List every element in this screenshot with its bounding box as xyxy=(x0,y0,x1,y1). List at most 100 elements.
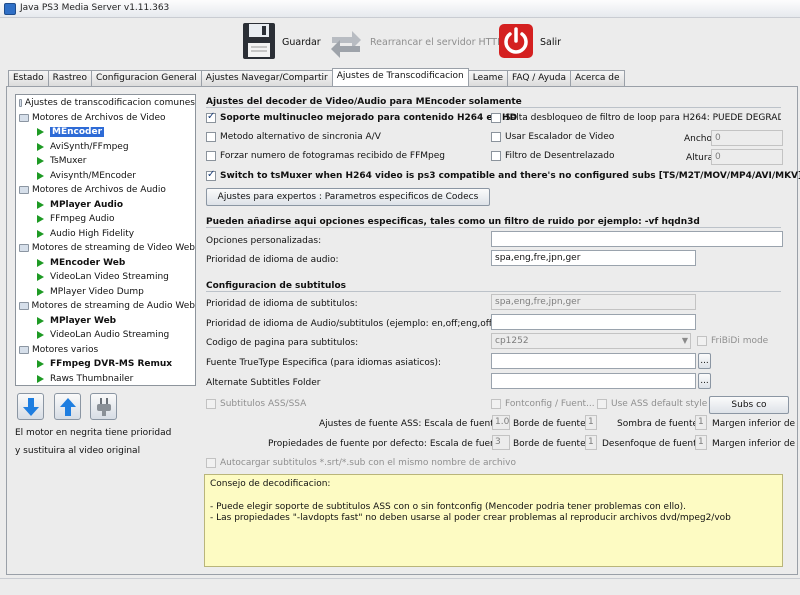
title-bar: Java PS3 Media Server v1.11.363 xyxy=(0,0,800,18)
sub-lang-input[interactable]: spa,eng,fre,jpn,ger xyxy=(491,294,696,310)
def-border-input[interactable]: 1 xyxy=(585,435,597,450)
app-icon xyxy=(4,3,16,15)
tree-root[interactable]: Ajustes de transcodificacion comunes xyxy=(19,96,195,111)
tree-group[interactable]: Motores de Archivos de Video xyxy=(19,111,195,126)
skip-loopfilter-checkbox[interactable]: Salta desbloqueo de filtro de loop para … xyxy=(491,113,781,123)
tab-general[interactable]: Configuracion General xyxy=(90,70,202,86)
tree-group[interactable]: Motores de Archivos de Audio xyxy=(19,183,195,198)
force-fps-checkbox[interactable]: Forzar numero de fotogramas recibido de … xyxy=(206,151,445,161)
def-border-label: Borde de fuente xyxy=(513,439,586,449)
audio-lang-input[interactable]: spa,eng,fre,jpn,ger xyxy=(491,250,696,266)
tree-item[interactable]: MPlayer Video Dump xyxy=(19,285,195,300)
tree-item[interactable]: VideoLan Video Streaming xyxy=(19,270,195,285)
play-icon xyxy=(37,215,44,224)
folder-icon xyxy=(19,113,29,122)
restart-server-label: Rearrancar el servidor HTTP xyxy=(370,37,503,48)
play-icon xyxy=(37,157,44,166)
fribidi-checkbox[interactable]: FriBiDi mode xyxy=(697,336,768,346)
tree-item[interactable]: MPlayer Audio xyxy=(19,198,195,213)
tip-line: - Las propiedades "-lavdopts fast" no de… xyxy=(210,513,731,523)
checkbox-checked xyxy=(206,111,216,123)
tree-item[interactable]: FFmpeg DVR-MS Remux xyxy=(19,357,195,372)
subs-color-button[interactable]: Subs co xyxy=(709,396,789,414)
ass-default-style-checkbox[interactable]: Use ASS default style xyxy=(597,399,707,409)
save-button[interactable]: Guardar xyxy=(242,21,321,64)
plug-icon xyxy=(96,397,111,416)
move-up-button[interactable] xyxy=(54,393,81,420)
tab-leame[interactable]: Leame xyxy=(467,70,508,86)
fontconfig-checkbox[interactable]: Fontconfig / Fuent... xyxy=(491,399,595,409)
ass-shadow-input[interactable]: 1 xyxy=(695,415,707,430)
tree-item[interactable]: MEncoder Web xyxy=(19,256,195,271)
codepage-label: Codigo de pagina para subtitulos: xyxy=(206,338,359,348)
ass-scale-input[interactable]: 1.0 xyxy=(492,415,510,430)
subs-heading: Configuracion de subtitulos xyxy=(206,281,346,291)
tree-item[interactable]: Avisynth/MEncoder xyxy=(19,169,195,184)
checkbox-unchecked xyxy=(491,151,501,161)
tree-item[interactable]: TsMuxer xyxy=(19,154,195,169)
checkbox-unchecked xyxy=(206,151,216,161)
alt-folder-input[interactable] xyxy=(491,373,696,389)
video-scaler-checkbox[interactable]: Usar Escalador de Video xyxy=(491,132,614,142)
height-input[interactable]: 0 xyxy=(711,149,783,165)
custom-options-label: Opciones personalizadas: xyxy=(206,236,322,246)
toggle-engine-button[interactable] xyxy=(90,393,117,420)
play-icon xyxy=(37,273,44,282)
def-scale-label: Propiedades de fuente por defecto: Escal… xyxy=(268,439,505,449)
engine-note-line2: y sustituira al video original xyxy=(15,446,141,456)
move-down-button[interactable] xyxy=(17,393,44,420)
ass-border-input[interactable]: 1 xyxy=(585,415,597,430)
checkbox-unchecked xyxy=(206,399,216,409)
alt-folder-browse-button[interactable]: ... xyxy=(698,373,711,389)
tree-item[interactable]: MPlayer Web xyxy=(19,314,195,329)
tab-navegar[interactable]: Ajustes Navegar/Compartir xyxy=(200,70,333,86)
exit-label: Salir xyxy=(540,37,562,48)
tab-acerca[interactable]: Acerca de xyxy=(569,70,625,86)
options-heading: Pueden añadirse aqui opciones especifica… xyxy=(206,217,700,227)
folder-icon xyxy=(19,302,29,311)
def-blur-input[interactable]: 1 xyxy=(695,435,707,450)
tab-estado[interactable]: Estado xyxy=(8,70,49,86)
audio-sub-lang-input[interactable] xyxy=(491,314,696,330)
tree-item[interactable]: AviSynth/FFmpeg xyxy=(19,140,195,155)
ass-checkbox[interactable]: Subtitulos ASS/SSA xyxy=(206,399,306,409)
width-input[interactable]: 0 xyxy=(711,130,783,146)
floppy-disk-icon xyxy=(242,21,276,64)
ass-shadow-label: Sombra de fuente xyxy=(617,419,699,429)
width-label: Ancho xyxy=(684,134,713,144)
tree-item-mencoder[interactable]: MEncoder xyxy=(19,125,195,140)
def-scale-input[interactable]: 3 xyxy=(492,435,510,450)
tab-transcodificacion[interactable]: Ajustes de Transcodificacion xyxy=(331,68,469,86)
def-blur-label: Desenfoque de fuente xyxy=(602,439,703,449)
play-icon xyxy=(37,287,44,296)
ttf-browse-button[interactable]: ... xyxy=(698,353,711,369)
tsmuxer-switch-checkbox[interactable]: Switch to tsMuxer when H264 video is ps3… xyxy=(206,169,800,181)
divider xyxy=(206,291,781,292)
codepage-select[interactable]: cp1252 ▼ xyxy=(491,333,691,349)
tab-faq[interactable]: FAQ / Ayuda xyxy=(506,70,571,86)
tree-group[interactable]: Motores varios xyxy=(19,343,195,358)
tree-item[interactable]: FFmpeg Audio xyxy=(19,212,195,227)
tree-group[interactable]: Motores de streaming de Video Web xyxy=(19,241,195,256)
exit-button[interactable]: Salir xyxy=(498,23,561,62)
chevron-down-icon: ▼ xyxy=(681,336,688,345)
divider xyxy=(206,107,781,108)
play-icon xyxy=(37,331,44,340)
tree-group[interactable]: Motores de streaming de Audio Web xyxy=(19,299,195,314)
restart-server-button[interactable]: Rearrancar el servidor HTTP xyxy=(328,22,503,63)
alt-sync-checkbox[interactable]: Metodo alternativo de sincronia A/V xyxy=(206,132,381,142)
tree-item[interactable]: Audio High Fidelity xyxy=(19,227,195,242)
multicore-checkbox[interactable]: Soporte multinucleo mejorado para conten… xyxy=(206,111,517,123)
deinterlace-checkbox[interactable]: Filtro de Desentrelazado xyxy=(491,151,614,161)
tree-item[interactable]: VideoLan Audio Streaming xyxy=(19,328,195,343)
tab-rastreo[interactable]: Rastreo xyxy=(47,70,92,86)
custom-options-input[interactable] xyxy=(491,231,783,247)
expert-settings-button[interactable]: Ajustes para expertos : Parametros espec… xyxy=(206,188,490,206)
autoload-subs-checkbox[interactable]: Autocargar subtitulos *.srt/*.sub con el… xyxy=(206,458,516,468)
engine-tree[interactable]: Ajustes de transcodificacion comunes Mot… xyxy=(15,94,196,386)
restart-arrows-icon xyxy=(328,22,364,63)
folder-icon xyxy=(19,186,29,195)
tree-item[interactable]: Raws Thumbnailer xyxy=(19,372,195,387)
ttf-input[interactable] xyxy=(491,353,696,369)
ass-scale-label: Ajustes de fuente ASS: Escala de fuente xyxy=(319,419,500,429)
